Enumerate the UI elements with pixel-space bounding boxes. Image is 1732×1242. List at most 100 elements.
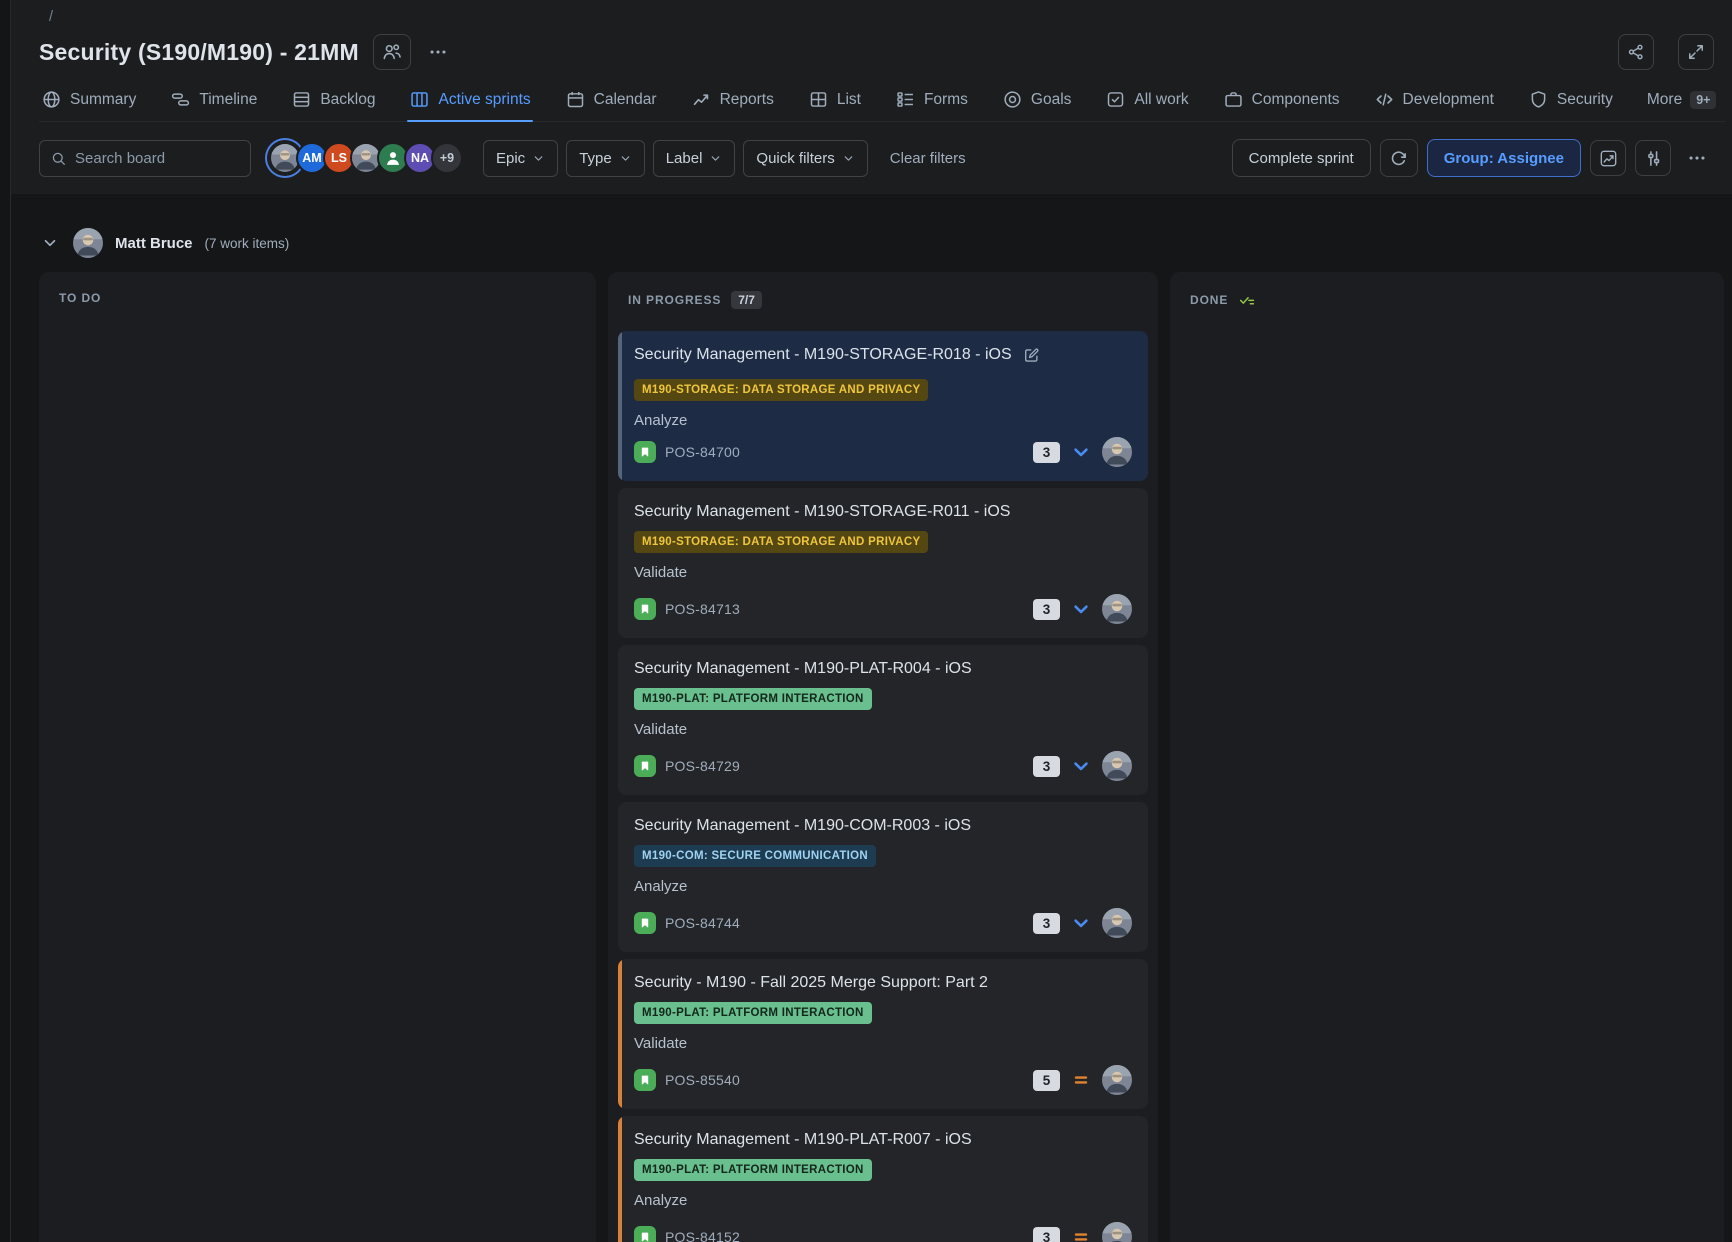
tab-all-work[interactable]: All work <box>1103 81 1190 121</box>
card-title: Security Management - M190-STORAGE-R018 … <box>634 345 1012 365</box>
group-by-button[interactable]: Group: Assignee <box>1427 139 1581 177</box>
tab-calendar[interactable]: Calendar <box>563 81 659 121</box>
tab-label: Goals <box>1031 91 1072 109</box>
tab-icon <box>1528 89 1549 110</box>
board-more-button[interactable] <box>1680 140 1714 176</box>
view-settings-button[interactable] <box>1635 140 1671 176</box>
tab-timeline[interactable]: Timeline <box>168 81 259 121</box>
tab-icon <box>565 89 586 110</box>
breadcrumb: / <box>39 6 1726 28</box>
column-title: IN PROGRESS <box>628 293 721 307</box>
priority-icon <box>1070 598 1092 620</box>
assignee-name: Matt Bruce <box>115 235 193 252</box>
tab-reports[interactable]: Reports <box>689 81 776 121</box>
board-card[interactable]: Security Management - M190-PLAT-R007 - i… <box>618 1116 1148 1242</box>
chevron-down-icon <box>709 152 722 165</box>
priority-icon <box>1070 1069 1092 1091</box>
card-label-chip: M190-PLAT: PLATFORM INTERACTION <box>634 1002 872 1024</box>
priority-icon <box>1070 1226 1092 1242</box>
board-card[interactable]: Security Management - M190-STORAGE-R018 … <box>618 331 1148 481</box>
card-label-chip: M190-PLAT: PLATFORM INTERACTION <box>634 688 872 710</box>
card-assignee-avatar <box>1102 751 1132 781</box>
tab-goals[interactable]: Goals <box>1000 81 1074 121</box>
column-todo: TO DO <box>39 272 596 1242</box>
card-key: POS-84152 <box>665 1229 740 1242</box>
tab-security[interactable]: Security <box>1526 81 1615 121</box>
tab-label: Development <box>1403 91 1494 109</box>
card-assignee-avatar <box>1102 594 1132 624</box>
card-label-chip: M190-STORAGE: DATA STORAGE AND PRIVACY <box>634 379 928 401</box>
card-title: Security - M190 - Fall 2025 Merge Suppor… <box>634 973 988 993</box>
board-card[interactable]: Security Management - M190-COM-R003 - iO… <box>618 802 1148 952</box>
tab-icon <box>691 89 712 110</box>
tab-icon <box>1223 89 1244 110</box>
card-status: Analyze <box>634 878 1132 895</box>
avatar-overflow[interactable]: +9 <box>431 142 463 174</box>
card-title: Security Management - M190-PLAT-R007 - i… <box>634 1130 972 1150</box>
board-card[interactable]: Security Management - M190-STORAGE-R011 … <box>618 488 1148 638</box>
board-card[interactable]: Security Management - M190-PLAT-R004 - i… <box>618 645 1148 795</box>
clear-filters-button[interactable]: Clear filters <box>890 150 966 167</box>
sidebar-edge[interactable] <box>0 0 11 1242</box>
filter-dropdown-label[interactable]: Label <box>653 140 736 177</box>
column-title: TO DO <box>59 291 101 305</box>
story-type-icon <box>634 598 656 620</box>
filter-dropdown-epic[interactable]: Epic <box>483 140 558 177</box>
tab-label: Components <box>1252 91 1340 109</box>
card-assignee-avatar <box>1102 1065 1132 1095</box>
complete-sprint-button[interactable]: Complete sprint <box>1232 139 1371 177</box>
tab[interactable]: More 9+ <box>1645 83 1719 120</box>
tab-backlog[interactable]: Backlog <box>289 81 377 121</box>
tab-summary[interactable]: Summary <box>39 81 138 121</box>
tab-icon <box>1374 89 1395 110</box>
collapse-chevron-icon[interactable] <box>39 232 61 254</box>
tab-icon <box>895 89 916 110</box>
column-done: DONE <box>1170 272 1724 1242</box>
checklist-icon <box>1238 291 1256 309</box>
card-title: Security Management - M190-COM-R003 - iO… <box>634 816 971 836</box>
more-count-badge: 9+ <box>1690 91 1716 109</box>
tab-components[interactable]: Components <box>1221 81 1342 121</box>
column-title: DONE <box>1190 293 1228 307</box>
card-title: Security Management - M190-STORAGE-R011 … <box>634 502 1010 522</box>
search-board[interactable] <box>39 140 251 177</box>
tab-icon <box>170 89 191 110</box>
assignee-avatars: AMLSNA+9 <box>269 142 463 174</box>
board-card[interactable]: Security - M190 - Fall 2025 Merge Suppor… <box>618 959 1148 1109</box>
column-count-badge: 7/7 <box>731 291 762 309</box>
tab-forms[interactable]: Forms <box>893 81 970 121</box>
toolbar-right: Complete sprint Group: Assignee <box>1232 139 1714 177</box>
sprint-cycle-button[interactable] <box>1380 139 1418 177</box>
story-type-icon <box>634 441 656 463</box>
card-assignee-avatar <box>1102 908 1132 938</box>
card-key: POS-84729 <box>665 758 740 774</box>
tab-label: More <box>1647 91 1682 109</box>
chevron-down-icon <box>842 152 855 165</box>
priority-icon <box>1070 912 1092 934</box>
column-in-progress: IN PROGRESS 7/7 Security Management - M1… <box>608 272 1158 1242</box>
tab-icon <box>409 89 430 110</box>
assignee-avatar <box>73 228 103 258</box>
tab-development[interactable]: Development <box>1372 81 1496 121</box>
tab-label: Reports <box>720 91 774 109</box>
card-key: POS-85540 <box>665 1072 740 1088</box>
board-columns: TO DO IN PROGRESS 7/7 Security Managemen… <box>39 272 1732 1242</box>
card-status: Validate <box>634 564 1132 581</box>
tab-icon <box>808 89 829 110</box>
tab-list[interactable]: List <box>806 81 863 121</box>
main-area: / Security (S190/M190) - 21MM Summary Ti… <box>11 0 1732 1242</box>
title-more-button[interactable] <box>421 34 455 70</box>
edit-icon[interactable] <box>1022 346 1041 370</box>
share-button[interactable] <box>1618 34 1654 70</box>
card-key: POS-84700 <box>665 444 740 460</box>
filter-dropdown-quick-filters[interactable]: Quick filters <box>743 140 867 177</box>
filter-dropdown-type[interactable]: Type <box>566 140 645 177</box>
tab-label: Security <box>1557 91 1613 109</box>
tab-active-sprints[interactable]: Active sprints <box>407 81 532 121</box>
share-people-button[interactable] <box>373 34 411 70</box>
search-input[interactable] <box>75 150 240 167</box>
title-row: Security (S190/M190) - 21MM <box>39 33 1726 71</box>
insights-button[interactable] <box>1590 140 1626 176</box>
story-type-icon <box>634 755 656 777</box>
fullscreen-button[interactable] <box>1678 34 1714 70</box>
